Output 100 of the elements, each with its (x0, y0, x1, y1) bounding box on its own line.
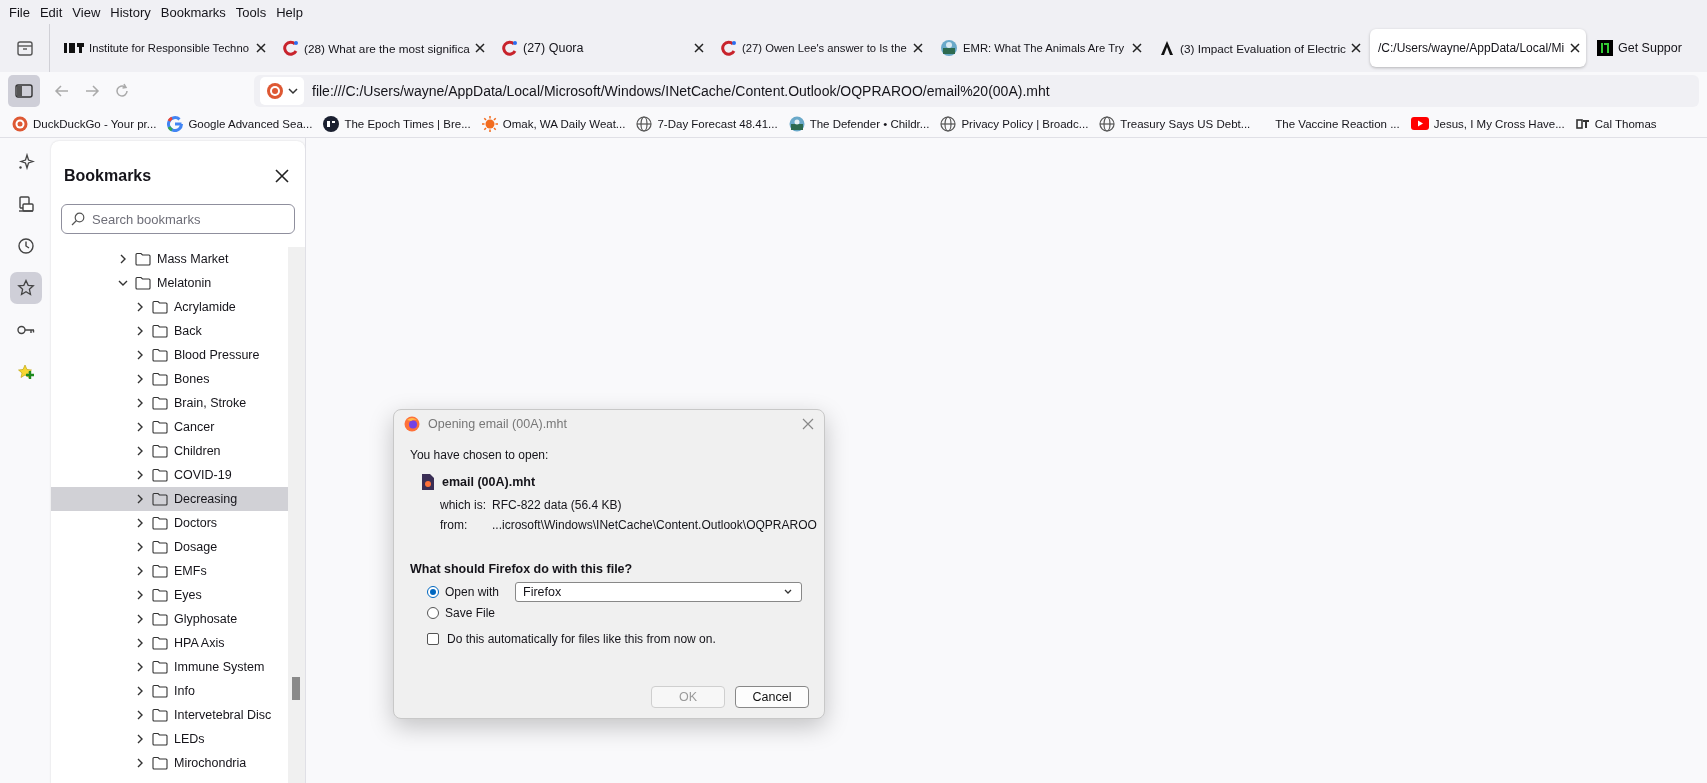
logo-icon (788, 115, 805, 132)
folder-icon (152, 564, 168, 578)
close-icon[interactable] (1132, 43, 1142, 53)
bookmark-link[interactable]: Cal Thomas (1571, 115, 1661, 132)
application-dropdown[interactable]: Firefox (515, 582, 803, 602)
duck-logo-icon (266, 82, 284, 100)
bookmark-link[interactable]: Omak, WA Daily Weat... (477, 113, 630, 134)
star-plus-icon[interactable] (16, 363, 35, 381)
search-engine-button[interactable] (260, 77, 304, 105)
folder-icon (152, 348, 168, 362)
browser-tab[interactable]: (28) What are the most significa (275, 29, 491, 67)
bookmark-folder[interactable]: HPA Axis (51, 631, 288, 655)
bookmark-link[interactable]: Jesus, I My Cross Have... (1406, 115, 1569, 132)
sparkle-icon[interactable] (16, 153, 35, 171)
bookmark-folder[interactable]: Immune System (51, 655, 288, 679)
sidebar-toggle[interactable] (8, 75, 40, 107)
bookmark-folder[interactable]: Info (51, 679, 288, 703)
bookmark-link[interactable]: The Defender • Childr... (784, 113, 934, 134)
sidebar-tool-button[interactable] (9, 272, 42, 304)
logo-icon (1159, 40, 1175, 56)
close-icon[interactable] (475, 43, 485, 53)
field-value: RFC-822 data (56.4 KB) (492, 498, 623, 512)
close-icon[interactable] (275, 169, 289, 183)
option-label[interactable]: Open with (445, 585, 500, 599)
folder-icon (152, 468, 168, 482)
browser-tab[interactable]: Get Suppor (1589, 29, 1688, 67)
close-icon[interactable] (256, 43, 266, 53)
address-bar[interactable]: file:///C:/Users/wayne/AppData/Local/Microsoft/Windows/INetCache/Content.Outlook/OQPRAROO/email%20(00A).mht (254, 75, 1699, 107)
bookmark-link[interactable]: Google Advanced Sea... (163, 113, 317, 134)
close-icon[interactable] (913, 43, 923, 53)
intro-text: You have chosen to open: (410, 448, 550, 462)
question-text: What should Firefox do with this file? (410, 562, 634, 576)
bookmark-link[interactable]: Treasury Says US Debt... (1095, 113, 1255, 134)
menu-item[interactable]: View (67, 2, 106, 22)
folder-icon (152, 396, 168, 410)
bookmark-folder[interactable]: Melatonin (51, 271, 288, 295)
logo-icon (502, 40, 518, 56)
close-icon[interactable] (1351, 43, 1361, 53)
bookmark-link[interactable]: 7-Day Forecast 48.41... (632, 113, 782, 134)
menu-item[interactable]: Help (271, 2, 308, 22)
bookmark-folder[interactable]: Children (51, 439, 288, 463)
browser-tab[interactable]: Institute for Responsible Techno (56, 29, 272, 67)
bookmark-folder[interactable]: Bones (51, 367, 288, 391)
star-icon[interactable] (16, 279, 35, 297)
bookmark-folder[interactable]: Cancer (51, 415, 288, 439)
globe-icon (940, 115, 957, 132)
bookmark-link[interactable]: Privacy Policy | Broadc... (936, 113, 1093, 134)
close-icon[interactable] (1570, 43, 1580, 53)
browser-tab[interactable]: (3) Impact Evaluation of Electric (1151, 29, 1367, 67)
folder-icon (152, 324, 168, 338)
dialog-title: Opening email (00A).mht (428, 417, 568, 431)
google-logo-icon (167, 115, 184, 132)
file-name: email (00A).mht (442, 475, 536, 489)
scrollbar-thumb[interactable] (292, 677, 300, 700)
bookmark-link[interactable]: DuckDuckGo - Your pr... (8, 113, 161, 134)
folder-icon (152, 300, 168, 314)
bookmark-folder[interactable]: LEDs (51, 727, 288, 751)
devices-icon[interactable] (16, 195, 35, 213)
browser-tab[interactable]: (27) Owen Lee's answer to Is the (713, 29, 929, 67)
menu-item[interactable]: History (105, 2, 156, 22)
bookmark-folder[interactable]: Intervetebral Disc (51, 703, 288, 727)
bookmark-folder[interactable]: Dosage (51, 535, 288, 559)
bookmark-folder[interactable]: Mass Market (51, 247, 288, 271)
key-icon[interactable] (16, 324, 35, 336)
browser-tab[interactable]: (27) Quora (494, 29, 710, 67)
folder-icon (152, 612, 168, 626)
bookmark-link[interactable]: The Vaccine Reaction ... (1257, 115, 1404, 132)
bookmark-folder[interactable]: Eyes (51, 583, 288, 607)
checkbox[interactable] (427, 633, 439, 645)
menu-item[interactable]: Bookmarks (155, 2, 231, 22)
bookmark-folder[interactable]: Mirochondria (51, 751, 288, 775)
dialog-button[interactable]: Cancel (735, 686, 809, 708)
file-icon (422, 474, 434, 490)
bookmark-folder[interactable]: Decreasing (51, 487, 288, 511)
radio-button[interactable] (427, 607, 439, 619)
bookmark-folder[interactable]: Blood Pressure (51, 343, 288, 367)
bookmark-folder[interactable]: Back (51, 319, 288, 343)
bookmark-folder[interactable]: EMFs (51, 559, 288, 583)
globe-icon (1099, 115, 1116, 132)
globe-icon (636, 115, 653, 132)
folder-icon (152, 708, 168, 722)
menu-item[interactable]: Tools (230, 2, 272, 22)
menu-item[interactable]: File (4, 2, 35, 22)
folder-icon (152, 516, 168, 530)
browser-tab[interactable]: /C:/Users/wayne/AppData/Local/Mi (1370, 29, 1586, 67)
tab-list-icon[interactable] (15, 39, 34, 57)
close-icon[interactable] (694, 43, 704, 53)
browser-tab[interactable]: EMR: What The Animals Are Try (932, 29, 1148, 67)
bookmark-folder[interactable]: COVID-19 (51, 463, 288, 487)
checkbox-label[interactable]: Do this automatically for files like this from now on. (447, 632, 716, 646)
menu-item[interactable]: Edit (34, 2, 68, 22)
bookmark-folder[interactable]: Brain, Stroke (51, 391, 288, 415)
history-icon[interactable] (16, 237, 35, 255)
bookmark-folder[interactable]: Glyphosate (51, 607, 288, 631)
bookmark-link[interactable]: The Epoch Times | Bre... (319, 113, 475, 134)
option-label[interactable]: Save File (445, 606, 496, 620)
bookmark-folder[interactable]: Acrylamide (51, 295, 288, 319)
radio-button[interactable] (427, 586, 439, 598)
bookmark-folder[interactable]: Doctors (51, 511, 288, 535)
search-field[interactable]: Search bookmarks (61, 204, 295, 234)
